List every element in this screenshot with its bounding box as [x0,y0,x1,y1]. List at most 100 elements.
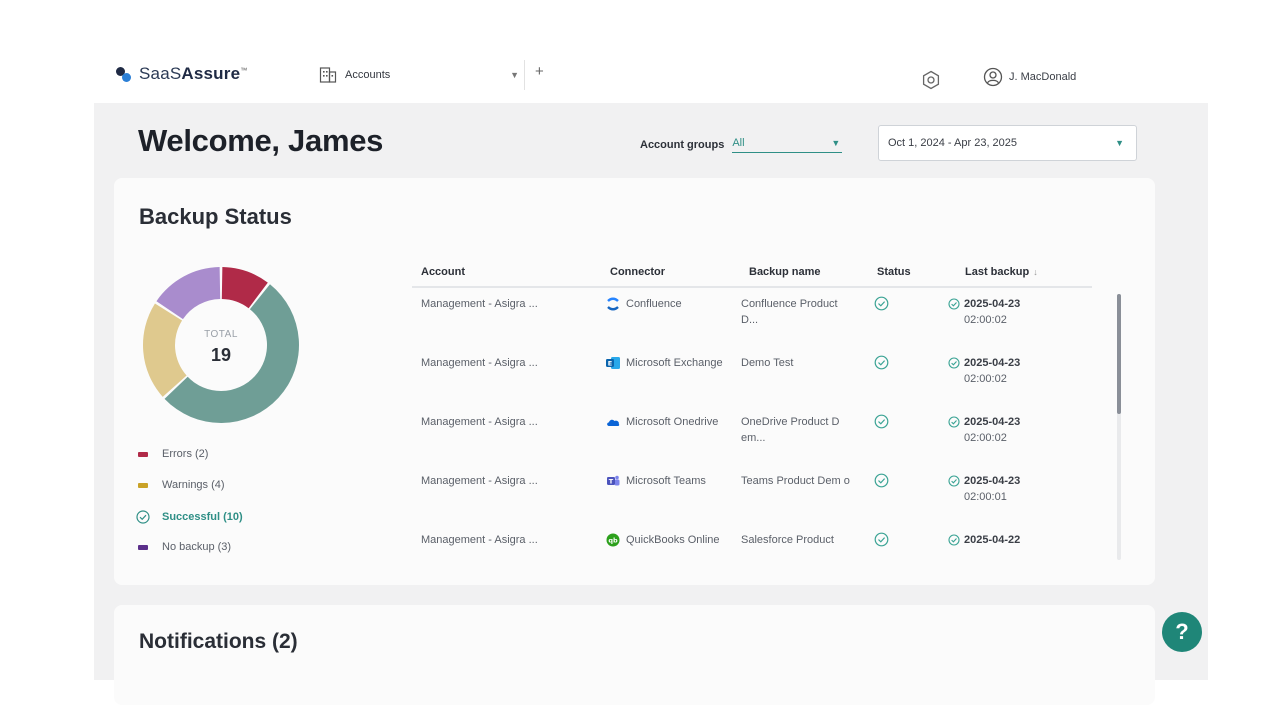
table-row[interactable]: Management - Asigra ... T Microsoft Teams T… [412,473,1092,532]
last-backup-time: 02:00:01 [964,491,1007,503]
saasassure-logo[interactable]: SaaSAssure™ [116,64,247,84]
cell-backup-name: Confluence Product D... [741,298,838,326]
table-scrollbar[interactable] [1117,294,1121,560]
settings-gear-icon[interactable] [921,70,941,90]
cell-backup-name: Salesforce Product [741,534,834,546]
user-menu[interactable]: J. MacDonald [983,67,1076,87]
donut-total-label: TOTAL [204,329,238,340]
cell-last-backup: 2025-04-22 [948,532,1020,548]
backup-status-title: Backup Status [139,204,292,229]
last-backup-datetime: 2025-04-23 02:00:02 [964,296,1020,328]
page-title: Welcome, James [138,123,384,158]
chevron-down-icon: ▼ [1115,138,1124,148]
column-header-backup-name[interactable]: Backup name [749,266,821,278]
cell-account: Management - Asigra ... [421,416,538,428]
account-groups-select[interactable]: All ▼ [732,137,843,153]
table-header: Account Connector Backup name Status Las… [412,256,1092,288]
last-backup-datetime: 2025-04-23 02:00:02 [964,355,1020,387]
user-avatar-icon [983,67,1003,87]
last-backup-date: 2025-04-23 [964,416,1021,428]
check-circle-icon [948,298,960,310]
legend-item-no-backup[interactable]: No backup (3) [138,541,231,553]
quickbooks-icon: qb [606,532,620,552]
last-backup-time: 02:00:02 [964,314,1007,326]
legend-swatch [138,451,148,457]
check-circle-icon [948,475,960,487]
last-backup-date: 2025-04-23 [964,357,1021,369]
account-groups-label: Account groups [640,139,725,151]
onedrive-icon [606,414,620,434]
last-backup-time: 02:00:02 [964,432,1007,444]
cell-last-backup: 2025-04-23 02:00:02 [948,296,1020,328]
scrollbar-thumb[interactable] [1117,294,1121,414]
cell-last-backup: 2025-04-23 02:00:01 [948,473,1020,505]
cell-account: Management - Asigra ... [421,475,538,487]
connector-label: Microsoft Onedrive [626,416,719,428]
status-success-icon [874,414,889,434]
logo-mark-icon [116,66,133,83]
last-backup-datetime: 2025-04-23 02:00:01 [964,473,1020,505]
connector-label: Microsoft Exchange [626,357,723,369]
add-button[interactable]: + [535,64,544,79]
status-success-icon [874,296,889,316]
check-circle-icon [136,510,150,524]
last-backup-time: 02:00:02 [964,373,1007,385]
cell-connector: Confluence [606,296,682,316]
cell-connector: Microsoft Onedrive [606,414,718,434]
donut-total-value: 19 [210,345,232,365]
connector-label: Confluence [626,298,682,310]
column-header-connector[interactable]: Connector [610,266,665,278]
legend-item-warnings[interactable]: Warnings (4) [138,479,225,491]
top-bar: SaaSAssure™ Accounts ▼ + J. MacDonald [94,50,1208,103]
backup-status-card: Backup Status TOTAL 19 Errors (2) Warnin… [114,178,1155,585]
cell-account: Management - Asigra ... [421,534,538,546]
status-success-icon [874,532,889,552]
cell-last-backup: 2025-04-23 02:00:02 [948,414,1020,446]
logo-text: SaaSAssure™ [139,64,248,83]
column-header-last-backup[interactable]: Last backup ↓ [965,266,1038,278]
legend-item-successful[interactable]: Successful (10) [136,510,243,524]
check-circle-icon [948,357,960,369]
last-backup-date: 2025-04-23 [964,298,1021,310]
legend-label: No backup (3) [162,541,232,553]
table-row[interactable]: Management - Asigra ... Confluence Conflue… [412,296,1092,355]
svg-text:E: E [608,360,612,368]
check-circle-icon [948,534,960,546]
column-header-status[interactable]: Status [877,266,911,278]
dashboard-main: Welcome, James Account groups All ▼ Oct … [94,103,1208,705]
teams-icon: T [606,473,620,493]
connector-label: Microsoft Teams [626,475,706,487]
legend-swatch [138,544,148,550]
date-range-select[interactable]: Oct 1, 2024 - Apr 23, 2025 ▼ [878,125,1137,161]
cell-backup-name: OneDrive Product D em... [741,416,840,444]
help-button[interactable]: ? [1162,612,1202,652]
accounts-selector[interactable]: Accounts ▼ [319,63,519,87]
backup-table: Account Connector Backup name Status Las… [412,256,1092,547]
column-header-last-backup-label: Last backup [965,266,1030,278]
legend-swatch [138,482,148,488]
building-icon [319,67,337,83]
notifications-title: Notifications (2) [139,630,298,653]
legend-item-errors[interactable]: Errors (2) [138,448,208,460]
exchange-icon: E [606,355,620,375]
date-range-value: Oct 1, 2024 - Apr 23, 2025 [888,137,1018,149]
column-header-account[interactable]: Account [421,266,465,278]
table-row[interactable]: Management - Asigra ... qb QuickBooks Onli… [412,532,1092,591]
chevron-down-icon: ▼ [510,70,519,80]
table-row[interactable]: Management - Asigra ... E Microsoft Exchan… [412,355,1092,414]
cell-account: Management - Asigra ... [421,298,538,310]
table-row[interactable]: Management - Asigra ... Microsoft Onedriv… [412,414,1092,473]
last-backup-date: 2025-04-22 [964,534,1021,546]
cell-backup-name: Teams Product Dem o [741,475,850,487]
divider [524,60,525,90]
cell-connector: T Microsoft Teams [606,473,706,493]
cell-account: Management - Asigra ... [421,357,538,369]
last-backup-datetime: 2025-04-22 [964,532,1020,548]
legend-label: Warnings (4) [162,479,225,491]
status-success-icon [874,355,889,375]
chevron-down-icon: ▼ [831,138,841,148]
svg-text:qb: qb [608,537,618,545]
user-name: J. MacDonald [1009,71,1077,83]
accounts-selector-label: Accounts [345,69,391,81]
connector-label: QuickBooks Online [626,534,720,546]
